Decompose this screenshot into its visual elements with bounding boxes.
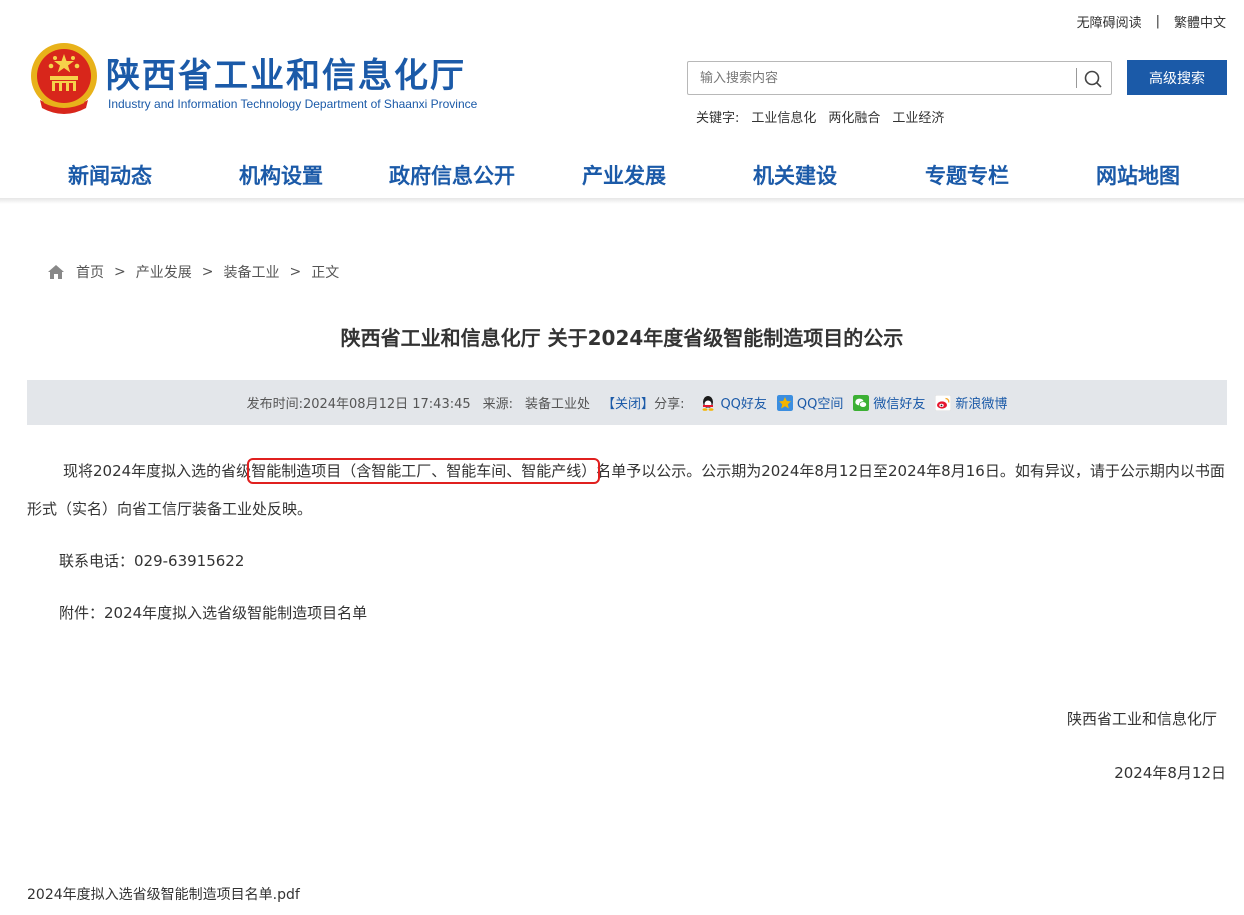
wechat-icon — [853, 394, 870, 411]
home-icon — [48, 265, 64, 279]
breadcrumb-separator: > — [289, 264, 302, 280]
qzone-icon — [776, 394, 793, 411]
share-label: 分享: — [654, 397, 685, 412]
site-subtitle: Industry and Information Technology Depa… — [108, 97, 478, 111]
breadcrumb-separator: > — [201, 264, 214, 280]
share-qq-friend[interactable]: QQ好友 — [700, 393, 767, 412]
breadcrumb-home[interactable]: 首页 — [76, 262, 104, 282]
search-divider — [1076, 68, 1077, 88]
share-qzone[interactable]: QQ空间 — [776, 393, 844, 412]
paragraph-text: 现将2024年度拟入选的省级 — [63, 462, 252, 480]
nav-item-organization[interactable]: 机构设置 — [239, 160, 323, 190]
published-label: 发布时间: — [246, 397, 303, 412]
attachment-line: 附件：2024年度拟入选省级智能制造项目名单 — [59, 604, 368, 622]
close-link[interactable]: 【关闭】 — [602, 393, 654, 412]
search-keywords: 关键字: 工业信息化 两化融合 工业经济 — [696, 107, 944, 126]
share-weibo[interactable]: 新浪微博 — [935, 393, 1007, 412]
breadcrumb-equipment[interactable]: 装备工业 — [223, 262, 279, 282]
breadcrumb-current: 正文 — [311, 265, 340, 281]
article-title: 陕西省工业和信息化厅 关于2024年度省级智能制造项目的公示 — [340, 326, 904, 350]
nav-item-industry[interactable]: 产业发展 — [582, 160, 666, 190]
contact-phone: 联系电话：029-63915622 — [59, 552, 245, 570]
weibo-icon — [935, 394, 952, 411]
national-emblem-icon[interactable] — [28, 40, 100, 116]
nav-item-news[interactable]: 新闻动态 — [68, 160, 152, 190]
share-qq-friend-label: QQ好友 — [720, 397, 767, 412]
share-qzone-label: QQ空间 — [796, 397, 844, 412]
article-paragraph: 现将2024年度拟入选的省级智能制造项目（含智能工厂、智能车间、智能产线）名单予… — [27, 452, 1227, 528]
article-meta-bar: 发布时间: 2024年08月12日 17:43:45 来源: 装备工业处 【关闭… — [27, 380, 1227, 425]
attachment-pdf-link[interactable]: 2024年度拟入选省级智能制造项目名单.pdf — [27, 884, 300, 904]
nav-item-gov-info[interactable]: 政府信息公开 — [389, 160, 515, 190]
signature-date: 2024年8月12日 — [1114, 764, 1226, 782]
breadcrumb: 首页 > 产业发展 > 装备工业 > 正文 — [48, 262, 339, 282]
accessible-reading-link[interactable]: 无障碍阅读 — [1077, 12, 1142, 31]
traditional-chinese-link[interactable]: 繁體中文 — [1174, 12, 1226, 31]
top-utility-links: 无障碍阅读 | 繁體中文 — [1077, 12, 1226, 31]
nav-shadow — [0, 198, 1244, 204]
main-nav: 新闻动态 机构设置 政府信息公开 产业发展 机关建设 专题专栏 网站地图 — [0, 148, 1244, 200]
keyword-link[interactable]: 两化融合 — [828, 107, 880, 126]
keyword-link[interactable]: 工业经济 — [892, 107, 944, 126]
nav-item-sitemap[interactable]: 网站地图 — [1096, 160, 1180, 190]
nav-item-party-building[interactable]: 机关建设 — [753, 160, 837, 190]
site-title[interactable]: 陕西省工业和信息化厅 — [106, 48, 466, 97]
signature-organization: 陕西省工业和信息化厅 — [1066, 710, 1217, 728]
search-input[interactable] — [688, 62, 1073, 94]
source-label: 来源: — [482, 397, 514, 412]
top-links-separator: | — [1155, 14, 1160, 29]
advanced-search-button[interactable]: 高级搜索 — [1127, 60, 1227, 95]
nav-item-special-topics[interactable]: 专题专栏 — [925, 160, 1009, 190]
highlighted-text: 智能制造项目（含智能工厂、智能车间、智能产线） — [247, 458, 601, 484]
breadcrumb-industry[interactable]: 产业发展 — [136, 262, 192, 282]
breadcrumb-separator: > — [114, 264, 126, 280]
share-weibo-label: 新浪微博 — [955, 397, 1008, 412]
qq-icon — [702, 395, 714, 411]
article-content: 现将2024年度拟入选的省级智能制造项目（含智能工厂、智能车间、智能产线）名单予… — [27, 452, 1227, 632]
keyword-link[interactable]: 工业信息化 — [751, 107, 816, 126]
keywords-label: 关键字: — [696, 111, 740, 126]
search-icon[interactable] — [1083, 69, 1103, 89]
published-time: 2024年08月12日 17:43:45 — [302, 397, 471, 412]
source-value: 装备工业处 — [525, 397, 591, 412]
search-box — [687, 61, 1112, 95]
share-wechat-label: 微信好友 — [873, 397, 926, 412]
share-wechat[interactable]: 微信好友 — [853, 393, 925, 412]
